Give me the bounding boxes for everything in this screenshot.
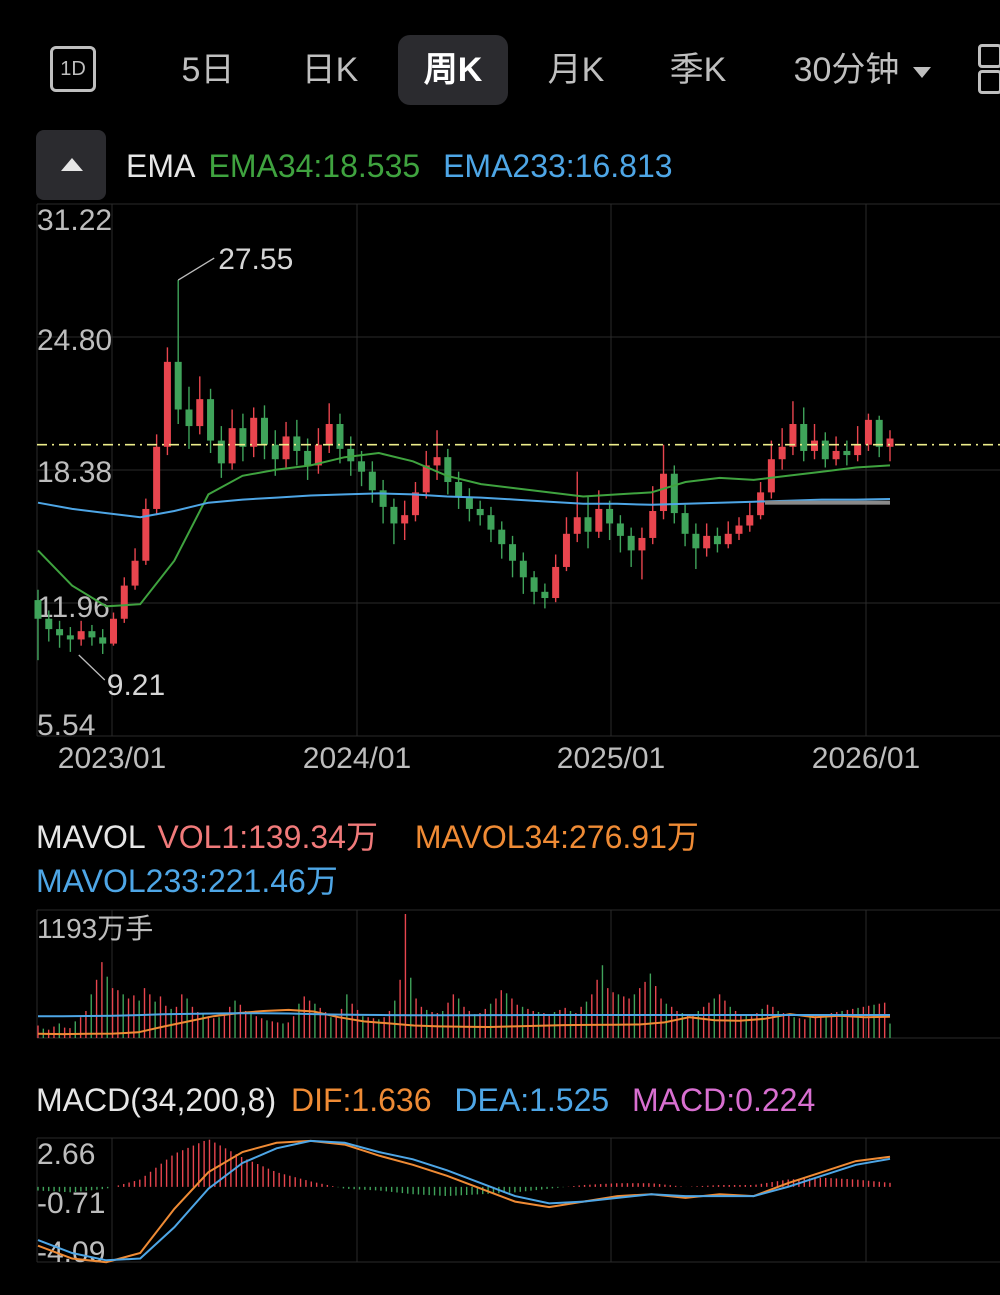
ema-line-ema34 [37, 451, 891, 608]
candle-body [552, 566, 560, 599]
candle-body [541, 591, 549, 599]
candle-body [271, 444, 279, 460]
candle-body [88, 631, 96, 638]
candle-body [606, 508, 614, 524]
candle-body [109, 618, 117, 644]
candle-body [185, 409, 193, 427]
candle-body [670, 473, 678, 514]
candle-body [800, 424, 808, 451]
candle-body [196, 399, 204, 427]
candle-body [562, 533, 570, 567]
candle-body [832, 450, 840, 460]
candle-body [692, 533, 700, 549]
date-axis-tick-label: 2026/01 [812, 742, 920, 775]
candle-body [390, 506, 398, 524]
candle-body [864, 419, 872, 445]
candle-body [207, 399, 215, 441]
candle-body [444, 457, 452, 483]
candle-body [433, 457, 441, 466]
candle-body [45, 618, 53, 630]
candle-body [422, 465, 430, 493]
candle-body [811, 440, 819, 451]
candle-body [260, 417, 268, 445]
candle-body [789, 424, 797, 447]
date-axis-tick-label: 2023/01 [58, 742, 166, 775]
candle-body [713, 535, 721, 545]
macd-line-dea [37, 1139, 891, 1262]
candle-body [649, 511, 657, 538]
candle-body [120, 585, 128, 619]
volume-max-label: 1193万手 [37, 913, 153, 944]
candle-body [56, 629, 64, 636]
candle-body [821, 440, 829, 460]
price-y-tick-label: 24.80 [37, 324, 112, 357]
candle-body [638, 537, 646, 551]
stock-chart-canvas[interactable]: 31.2224.8018.3811.965.542023/01 2024/01 20… [0, 0, 1000, 1295]
candle-body [347, 448, 355, 462]
candle-body [573, 517, 581, 534]
candle-body [131, 560, 139, 586]
macd-line-dif [37, 1139, 891, 1264]
candle-body [703, 535, 711, 549]
candle-body [584, 517, 592, 532]
candle-body [498, 529, 506, 545]
candle-body [886, 438, 894, 447]
candle-body [735, 525, 743, 534]
candle-body [325, 424, 333, 445]
candle-body [174, 361, 182, 410]
candle-body [77, 631, 85, 640]
candle-body [368, 471, 376, 491]
price-y-tick-label: 5.54 [37, 709, 95, 742]
cost-range-bar [765, 500, 890, 505]
candle-body [519, 560, 527, 578]
candle-body [411, 492, 419, 516]
candle-body [99, 637, 107, 644]
candle-body [304, 450, 312, 466]
low-annotation-leader [78, 654, 106, 681]
candle-body [476, 508, 484, 516]
low-price-annotation: 9.21 [107, 669, 165, 702]
candle-body [767, 459, 775, 493]
candle-body [778, 446, 786, 460]
candle-body [487, 515, 495, 530]
candle-body [509, 544, 517, 561]
price-y-tick-label: 18.38 [37, 456, 112, 489]
candle-body [843, 450, 851, 456]
candle-body [282, 436, 290, 460]
candle-body [34, 600, 42, 619]
candle-body [250, 417, 258, 447]
candle-body [854, 444, 862, 456]
candle-body [465, 496, 473, 509]
candle-body [530, 577, 538, 592]
candle-body [153, 446, 161, 509]
candle-body [875, 419, 883, 447]
candle-body [616, 523, 624, 536]
candle-body [163, 361, 171, 447]
candle-body [595, 508, 603, 532]
macd-y-tick-label: 2.66 [37, 1138, 95, 1171]
price-y-tick-label: 31.22 [37, 204, 112, 237]
candle-body [724, 533, 732, 545]
date-axis-tick-label: 2025/01 [557, 742, 665, 775]
high-price-annotation: 27.55 [218, 243, 293, 276]
candle-body [627, 535, 635, 551]
candle-body [358, 461, 366, 472]
date-axis-tick-label: 2024/01 [303, 742, 411, 775]
high-annotation-leader [177, 257, 215, 281]
candle-body [293, 436, 301, 451]
candle-body [746, 515, 754, 526]
candle-body [681, 513, 689, 534]
macd-y-tick-label: -0.71 [37, 1187, 105, 1220]
candle-body [455, 482, 463, 497]
candle-body [228, 428, 236, 464]
candle-body [401, 515, 409, 524]
candle-body [66, 635, 74, 640]
candle-body [757, 492, 765, 516]
